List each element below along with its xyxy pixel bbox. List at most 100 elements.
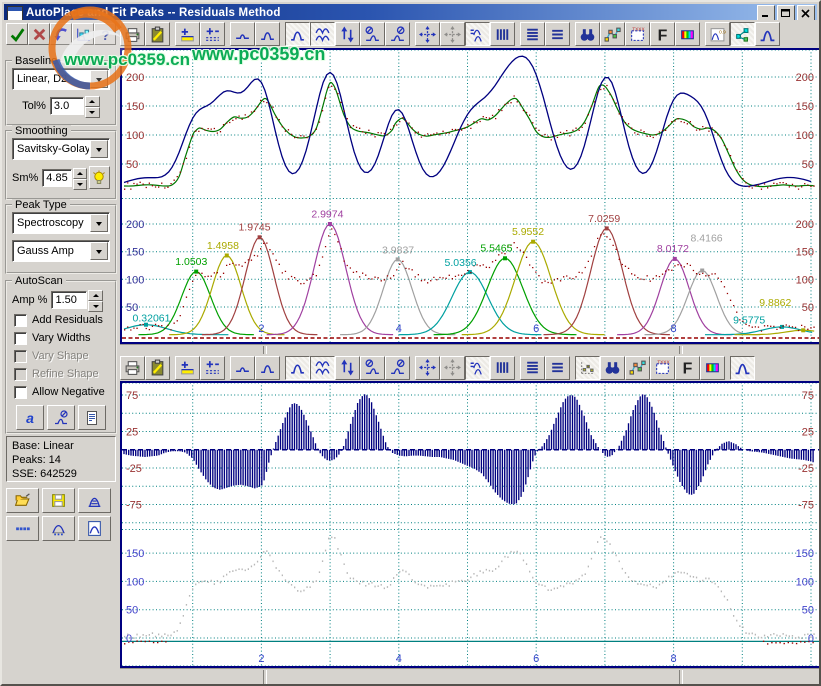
rows-bars-narrow-button[interactable] (545, 22, 570, 46)
fit-chart-pane[interactable]: 0.320611.05031.49581.97452.99743.98375.0… (120, 48, 821, 344)
save-disk-button[interactable] (42, 488, 75, 513)
peak-labels-button[interactable]: 0.90 (705, 22, 730, 46)
smoothing-wizard-button[interactable] (89, 166, 110, 189)
apply-check-button[interactable] (6, 23, 28, 45)
baseline-method-select[interactable]: Linear, D2 (12, 68, 110, 90)
peak-exclude-a-button[interactable] (360, 356, 385, 380)
tolerance-input[interactable] (50, 97, 84, 115)
peak-data-button[interactable] (42, 516, 75, 541)
peak-small-button[interactable] (230, 356, 255, 380)
report-doc-button[interactable] (78, 405, 106, 430)
stepper-up-icon[interactable] (85, 96, 100, 107)
baseline-subtract-button[interactable] (200, 22, 225, 46)
fit-and-components-chart[interactable]: 0.320611.05031.49581.97452.99743.98375.0… (120, 48, 821, 344)
smoothing-pct-input[interactable] (42, 169, 72, 187)
smoothing-method-select[interactable]: Savitsky-Golay (12, 138, 110, 160)
svg-text:1.0503: 1.0503 (175, 256, 207, 268)
baseline-add-button[interactable] (175, 22, 200, 46)
fit-options-button[interactable] (72, 23, 94, 45)
data-nodes-button[interactable] (600, 22, 625, 46)
rows-bars-narrow-button[interactable] (545, 356, 570, 380)
pan-crosshair-button[interactable] (415, 356, 440, 380)
font-f-button[interactable]: F (675, 356, 700, 380)
cancel-cross-button[interactable] (28, 23, 50, 45)
print-button[interactable] (120, 22, 145, 46)
rows-bars-button[interactable] (520, 356, 545, 380)
baseline-add-button[interactable] (175, 356, 200, 380)
help-question-button[interactable]: ? (94, 23, 116, 45)
baseline-subtract-button[interactable] (200, 356, 225, 380)
close-button[interactable] (797, 5, 815, 21)
scale-updown-button[interactable] (335, 22, 360, 46)
folder-open-button[interactable] (6, 488, 39, 513)
peak-medium-button[interactable] (255, 22, 280, 46)
peak-exclude-b-button[interactable] (47, 405, 75, 430)
peak-outline-button[interactable] (730, 356, 755, 380)
chevron-down-icon[interactable] (90, 242, 108, 260)
smoothing-stepper[interactable] (73, 168, 86, 187)
peak-constraints-button[interactable] (78, 488, 111, 513)
copy-clipboard-button[interactable] (145, 22, 170, 46)
amp-stepper[interactable] (88, 290, 103, 309)
tolerance-stepper[interactable] (85, 96, 100, 115)
peak-fit-button[interactable] (285, 22, 310, 46)
rows-bars-button[interactable] (520, 22, 545, 46)
pan-crosshair-button (440, 22, 465, 46)
stepper-down-icon[interactable] (85, 107, 100, 118)
copy-clipboard-button[interactable] (145, 356, 170, 380)
peak-report-button[interactable] (78, 516, 111, 541)
peaks-double-icon (314, 359, 331, 376)
annotation-box-button[interactable]: TXXX (650, 356, 675, 380)
chevron-down-icon[interactable] (90, 214, 108, 232)
checkbox-box[interactable] (14, 386, 27, 399)
print-button[interactable] (120, 356, 145, 380)
chevron-down-icon[interactable] (90, 140, 108, 158)
undo-arrow-button[interactable] (50, 23, 72, 45)
letter-a-button[interactable]: a (16, 405, 44, 430)
minimize-button[interactable] (757, 5, 775, 21)
stepper-down-icon[interactable] (73, 179, 86, 190)
annotation-box-button[interactable]: TXXX (625, 22, 650, 46)
columns-bars-button[interactable] (490, 22, 515, 46)
peaks-double-button[interactable] (310, 356, 335, 380)
nodes-link-button[interactable] (730, 22, 755, 46)
font-f-button[interactable]: F (650, 22, 675, 46)
peak-function-select[interactable]: Gauss Amp (12, 240, 110, 262)
find-binoculars-button[interactable] (600, 356, 625, 380)
chevron-down-icon[interactable] (90, 70, 108, 88)
peaks-compare-button[interactable] (465, 356, 490, 380)
residuals-and-data-chart[interactable]: 75752525-25-25-75-7500505010010015015024… (120, 381, 821, 668)
checkbox-add-residuals[interactable]: Add Residuals (14, 313, 115, 327)
stepper-up-icon[interactable] (88, 290, 103, 301)
columns-bars-button[interactable] (490, 356, 515, 380)
peak-small-button[interactable] (230, 22, 255, 46)
peak-outline-button[interactable] (755, 22, 780, 46)
dots-grid-button[interactable] (575, 356, 600, 380)
scale-updown-button[interactable] (335, 356, 360, 380)
pan-crosshair-button[interactable] (415, 22, 440, 46)
peaks-double-button[interactable] (310, 22, 335, 46)
peaks-compare-button[interactable] (465, 22, 490, 46)
color-palette-button[interactable] (675, 22, 700, 46)
numeric-list-button[interactable] (6, 516, 39, 541)
checkbox-box[interactable] (14, 332, 27, 345)
peak-medium-button[interactable] (255, 356, 280, 380)
peak-exclude-b-button[interactable] (385, 356, 410, 380)
peak-fit-button[interactable] (285, 356, 310, 380)
residuals-chart-pane[interactable]: 75752525-25-25-75-7500505010010015015024… (120, 381, 821, 668)
baseline-subtract-icon (204, 359, 221, 376)
data-nodes-button[interactable] (625, 356, 650, 380)
color-palette-button[interactable] (700, 356, 725, 380)
checkbox-vary-widths[interactable]: Vary Widths (14, 331, 115, 345)
peak-family-select[interactable]: Spectroscopy (12, 212, 110, 234)
checkbox-box[interactable] (14, 314, 27, 327)
peak-exclude-b-button[interactable] (385, 22, 410, 46)
find-binoculars-button[interactable] (575, 22, 600, 46)
amp-pct-input[interactable] (51, 291, 87, 309)
maximize-button[interactable] (777, 5, 795, 21)
stepper-up-icon[interactable] (73, 168, 86, 179)
peak-exclude-a-button[interactable] (360, 22, 385, 46)
checkbox-allow-negative[interactable]: Allow Negative (14, 385, 115, 399)
stepper-down-icon[interactable] (88, 301, 103, 312)
svg-text:-25: -25 (126, 463, 142, 475)
